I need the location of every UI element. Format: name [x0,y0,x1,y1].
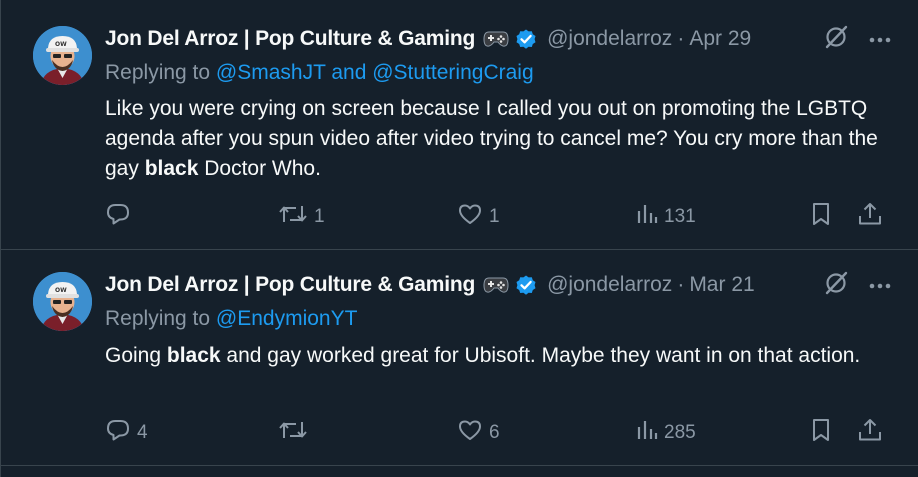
like-button[interactable]: 1 [457,202,500,232]
like-count: 6 [489,422,500,443]
verified-badge-icon[interactable] [514,27,538,51]
tweet-text-part: Going [105,344,167,367]
reply-icon [105,418,131,448]
author-handle[interactable]: @jondelarroz [547,27,672,51]
author-handle[interactable]: @jondelarroz [547,273,672,297]
share-icon [857,201,883,233]
replying-mentions[interactable]: @EndymionYT [216,307,358,330]
tweet-text-part: Doctor Who. [198,157,321,180]
repost-button[interactable]: 1 [278,202,325,232]
replying-prefix: Replying to [105,307,211,330]
repost-icon [278,418,308,448]
tweet-header: Jon Del Arroz | Pop Culture & Gaming @jo… [105,271,891,299]
more-icon[interactable] [869,276,891,294]
heart-icon [457,202,483,232]
replying-to: Replying to @SmashJT and @StutteringCrai… [105,61,534,85]
svg-text:OW: OW [55,287,67,294]
grok-icon[interactable] [823,270,849,301]
views-count: 131 [664,206,696,227]
tweet-text-part: and gay worked great for Ubisoft. Maybe … [220,344,861,367]
header-separator: · [677,27,685,50]
tweet-actions: 4 6 285 [105,418,885,448]
bookmark-icon [810,201,832,233]
tweet-text: Going black and gay worked great for Ubi… [105,341,895,371]
repost-count: 1 [314,206,325,227]
gamepad-emoji-icon [483,29,509,49]
tweet-date[interactable]: Mar 21 [689,273,754,297]
views-button[interactable]: 131 [636,202,696,232]
share-button[interactable] [857,418,883,448]
views-icon [636,418,658,448]
replying-to: Replying to @EndymionYT [105,307,357,331]
tweet-feed: OW Jon Del Arroz | Pop Culture & Gaming [0,0,918,477]
tweet-actions: 1 1 131 [105,202,885,232]
repost-button[interactable] [278,418,314,448]
header-actions [823,25,891,53]
author-name[interactable]: Jon Del Arroz | Pop Culture & Gaming [105,27,475,51]
verified-badge-icon[interactable] [514,273,538,297]
tweet-date[interactable]: Apr 29 [689,27,751,51]
replying-prefix: Replying to [105,61,211,84]
like-button[interactable]: 6 [457,418,500,448]
grok-icon[interactable] [823,24,849,55]
reply-button[interactable]: 4 [105,418,148,448]
avatar[interactable]: OW [33,272,92,331]
repost-icon [278,202,308,232]
gamepad-emoji-icon [483,275,509,295]
tweet[interactable]: OW Jon Del Arroz | Pop Culture & Gaming [1,250,918,466]
bookmark-icon [810,417,832,449]
reply-count: 4 [137,422,148,443]
views-count: 285 [664,422,696,443]
tweet-text: Like you were crying on screen because I… [105,94,895,184]
svg-text:OW: OW [55,41,67,48]
like-count: 1 [489,206,500,227]
replying-mentions[interactable]: @SmashJT and @StutteringCraig [216,61,534,84]
views-button[interactable]: 285 [636,418,696,448]
avatar[interactable]: OW [33,26,92,85]
more-icon[interactable] [869,30,891,48]
heart-icon [457,418,483,448]
bookmark-button[interactable] [810,418,832,448]
bookmark-button[interactable] [810,202,832,232]
views-icon [636,202,658,232]
header-separator: · [677,273,685,296]
share-icon [857,417,883,449]
share-button[interactable] [857,202,883,232]
tweet[interactable]: OW Jon Del Arroz | Pop Culture & Gaming [1,0,918,250]
author-name[interactable]: Jon Del Arroz | Pop Culture & Gaming [105,273,475,297]
reply-icon [105,202,131,232]
reply-button[interactable] [105,202,137,232]
header-actions [823,271,891,299]
tweet-text-bold: black [144,157,199,180]
tweet-header: Jon Del Arroz | Pop Culture & Gaming @jo… [105,25,891,53]
tweet-text-bold: black [166,344,221,367]
